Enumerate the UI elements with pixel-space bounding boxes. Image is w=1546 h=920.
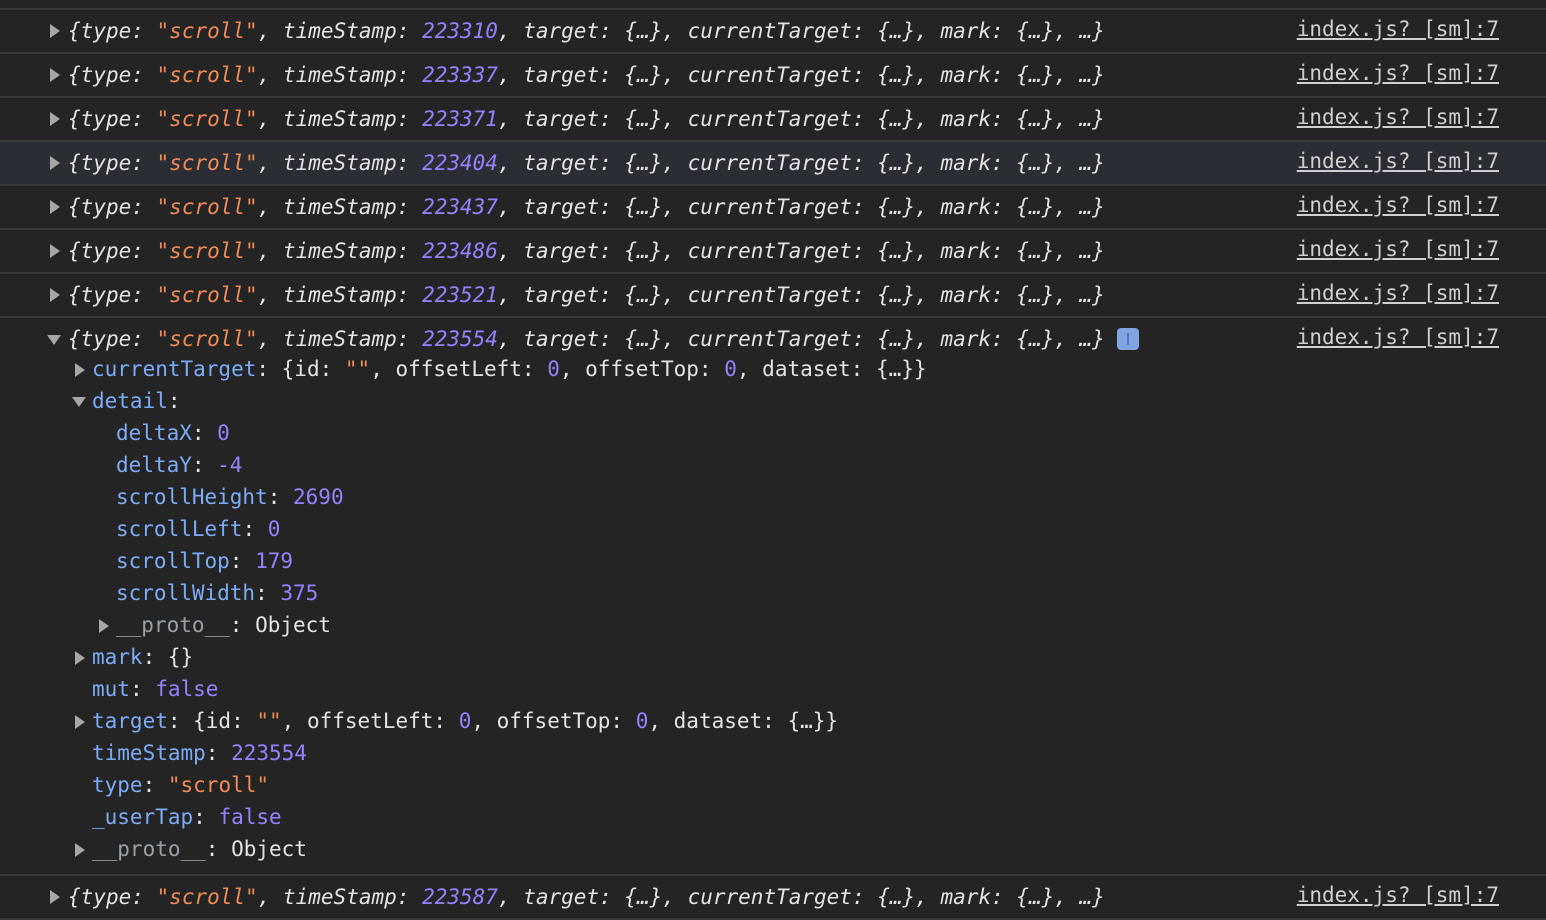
- property-timestamp: timeStamp: 223554: [92, 741, 307, 765]
- console-entry[interactable]: {type: "scroll", timeStamp: 223277, targ…: [0, 0, 1546, 10]
- expand-triangle-icon[interactable]: [50, 112, 60, 126]
- console-entry[interactable]: {type: "scroll", timeStamp: 223437, targ…: [0, 186, 1546, 230]
- console-entry[interactable]: {type: "scroll", timeStamp: 223337, targ…: [0, 54, 1546, 98]
- expand-mark-icon[interactable]: [75, 651, 85, 665]
- property-scrollwidth: scrollWidth: 375: [116, 581, 319, 605]
- source-link[interactable]: index.js? [sm]:7: [1297, 324, 1499, 350]
- property-usertap: _userTap: false: [92, 805, 282, 829]
- log-summary: {type: "scroll", timeStamp: 223486, targ…: [68, 239, 1105, 263]
- source-link[interactable]: index.js? [sm]:7: [1297, 16, 1499, 42]
- log-summary: {type: "scroll", timeStamp: 223337, targ…: [68, 63, 1105, 87]
- property-mark: mark: {}: [92, 645, 194, 669]
- console-log-list: {type: "scroll", timeStamp: 223277, targ…: [0, 0, 1546, 920]
- expand-proto-icon[interactable]: [99, 619, 109, 633]
- log-summary: {type: "scroll", timeStamp: 223437, targ…: [68, 195, 1105, 219]
- property-scrolltop: scrollTop: 179: [116, 549, 294, 573]
- expand-target-icon[interactable]: [75, 715, 85, 729]
- source-link[interactable]: index.js? [sm]:7: [1297, 192, 1499, 218]
- log-summary: {type: "scroll", timeStamp: 223371, targ…: [68, 107, 1105, 131]
- property-type: type: "scroll": [92, 773, 270, 797]
- console-entry[interactable]: {type: "scroll", timeStamp: 223404, targ…: [0, 140, 1546, 186]
- expand-triangle-icon[interactable]: [50, 200, 60, 214]
- expand-triangle-icon[interactable]: [50, 156, 60, 170]
- expand-triangle-icon[interactable]: [50, 890, 60, 904]
- expand-root-proto-icon[interactable]: [75, 843, 85, 857]
- property-mut: mut: false: [92, 677, 219, 701]
- log-summary: {type: "scroll", timeStamp: 223310, targ…: [68, 19, 1105, 43]
- source-link[interactable]: index.js? [sm]:7: [1297, 60, 1499, 86]
- source-link[interactable]: index.js? [sm]:7: [1297, 280, 1499, 306]
- property-scrollleft: scrollLeft: 0: [116, 517, 281, 541]
- console-entry[interactable]: {type: "scroll", timeStamp: 223587, targ…: [0, 876, 1546, 920]
- source-link[interactable]: index.js? [sm]:7: [1297, 148, 1499, 174]
- expand-triangle-icon[interactable]: [50, 288, 60, 302]
- info-icon[interactable]: [1116, 328, 1139, 350]
- expand-triangle-icon[interactable]: [50, 68, 60, 82]
- log-summary: {type: "scroll", timeStamp: 223521, targ…: [68, 283, 1105, 307]
- console-entry[interactable]: {type: "scroll", timeStamp: 223521, targ…: [0, 274, 1546, 318]
- property-target: target: {id: "", offsetLeft: 0, offsetTo…: [92, 709, 839, 733]
- console-entry[interactable]: {type: "scroll", timeStamp: 223486, targ…: [0, 230, 1546, 274]
- source-link[interactable]: index.js? [sm]:7: [1297, 882, 1499, 908]
- source-link[interactable]: index.js? [sm]:7: [1297, 236, 1499, 262]
- log-summary: {type: "scroll", timeStamp: 223554, targ…: [68, 326, 1139, 352]
- expand-triangle-icon[interactable]: [50, 244, 60, 258]
- source-link[interactable]: index.js? [sm]:7: [1297, 104, 1499, 130]
- collapse-triangle-icon[interactable]: [47, 335, 61, 345]
- log-summary: {type: "scroll", timeStamp: 223404, targ…: [68, 151, 1105, 175]
- expand-triangle-icon[interactable]: [50, 24, 60, 38]
- collapse-detail-icon[interactable]: [72, 397, 86, 407]
- log-summary: {type: "scroll", timeStamp: 223587, targ…: [68, 885, 1105, 909]
- property-detail: detail:: [92, 389, 181, 413]
- property-scrollheight: scrollHeight: 2690: [116, 485, 344, 509]
- property-deltax: deltaX: 0: [116, 421, 230, 445]
- property-currenttarget: currentTarget: {id: "", offsetLeft: 0, o…: [92, 357, 927, 381]
- property-proto: __proto__: Object: [116, 613, 331, 637]
- property-deltay: deltaY: -4: [116, 453, 243, 477]
- expand-currenttarget-icon[interactable]: [75, 363, 85, 377]
- property-root-proto: __proto__: Object: [92, 837, 307, 861]
- console-entry[interactable]: {type: "scroll", timeStamp: 223310, targ…: [0, 10, 1546, 54]
- console-entry[interactable]: {type: "scroll", timeStamp: 223371, targ…: [0, 98, 1546, 142]
- console-entry-expanded[interactable]: {type: "scroll", timeStamp: 223554, targ…: [0, 318, 1546, 876]
